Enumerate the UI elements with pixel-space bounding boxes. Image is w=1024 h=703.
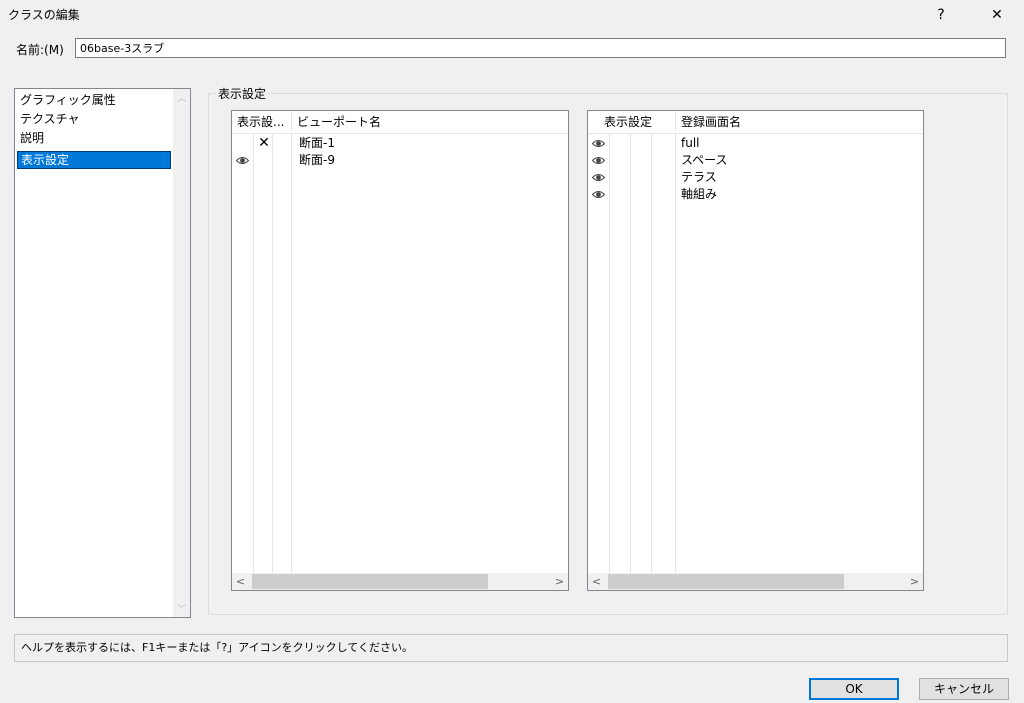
scroll-right-icon[interactable]: > — [551, 573, 568, 590]
eye-icon[interactable] — [592, 139, 605, 148]
viewport-list[interactable]: 表示設... ビューポート名 ✕ 断面-1 断面-9 < > — [231, 110, 569, 591]
column-header-saved-view-name[interactable]: 登録画面名 — [676, 111, 916, 133]
category-list[interactable]: グラフィック属性 テクスチャ 説明 表示設定 ︿ ﹀ — [14, 88, 191, 618]
scroll-right-icon[interactable]: > — [906, 573, 923, 590]
group-label: 表示設定 — [216, 85, 269, 102]
saved-view-list-header: 表示設定 登録画面名 — [588, 111, 923, 134]
saved-view-list-hscrollbar[interactable]: < > — [588, 573, 923, 590]
column-header-viewport-name[interactable]: ビューポート名 — [292, 111, 562, 133]
saved-view-name: 軸組み — [681, 187, 718, 201]
viewport-name: 断面-9 — [299, 153, 335, 167]
saved-view-name: テラス — [681, 170, 717, 184]
scroll-left-icon[interactable]: < — [588, 573, 605, 590]
eye-icon[interactable] — [592, 173, 605, 182]
saved-view-name: スペース — [681, 153, 728, 167]
cancel-button[interactable]: キャンセル — [919, 678, 1009, 700]
help-status-bar: ヘルプを表示するには、F1キーまたは「?」アイコンをクリックしてください。 — [14, 634, 1008, 662]
scroll-up-icon[interactable]: ︿ — [173, 89, 190, 106]
column-header-visibility[interactable]: 表示設... — [232, 111, 291, 133]
eye-icon[interactable] — [592, 156, 605, 165]
category-list-scrollbar[interactable]: ︿ ﹀ — [173, 89, 190, 617]
viewport-name: 断面-1 — [299, 136, 335, 150]
category-item-description[interactable]: 説明 — [17, 129, 171, 147]
column-header-visibility[interactable]: 表示設定 — [588, 111, 675, 133]
scroll-thumb[interactable] — [252, 574, 488, 589]
category-item-display-settings[interactable]: 表示設定 — [17, 151, 171, 169]
table-row[interactable]: full — [588, 135, 923, 152]
eye-icon[interactable] — [236, 156, 249, 165]
close-button[interactable]: ✕ — [974, 0, 1020, 30]
saved-view-list[interactable]: 表示設定 登録画面名 full スペース テラス 軸組み < > — [587, 110, 924, 591]
table-row[interactable]: スペース — [588, 152, 923, 169]
eye-icon[interactable] — [592, 190, 605, 199]
ok-button[interactable]: OK — [809, 678, 899, 700]
name-label: 名前:(M) — [16, 43, 64, 57]
name-input[interactable] — [75, 38, 1006, 58]
viewport-list-header: 表示設... ビューポート名 — [232, 111, 568, 134]
category-item-graphic-attributes[interactable]: グラフィック属性 — [17, 91, 171, 109]
table-row[interactable]: テラス — [588, 169, 923, 186]
table-row[interactable]: 断面-9 — [232, 152, 568, 169]
table-row[interactable]: ✕ 断面-1 — [232, 135, 568, 152]
scroll-thumb[interactable] — [608, 574, 844, 589]
help-button[interactable]: ? — [918, 0, 964, 30]
saved-view-name: full — [681, 136, 700, 150]
window-title: クラスの編集 — [8, 8, 80, 22]
scroll-down-icon[interactable]: ﹀ — [173, 600, 190, 617]
hidden-x-icon[interactable]: ✕ — [257, 135, 271, 152]
viewport-list-hscrollbar[interactable]: < > — [232, 573, 568, 590]
scroll-left-icon[interactable]: < — [232, 573, 249, 590]
table-row[interactable]: 軸組み — [588, 186, 923, 203]
category-item-texture[interactable]: テクスチャ — [17, 110, 171, 128]
